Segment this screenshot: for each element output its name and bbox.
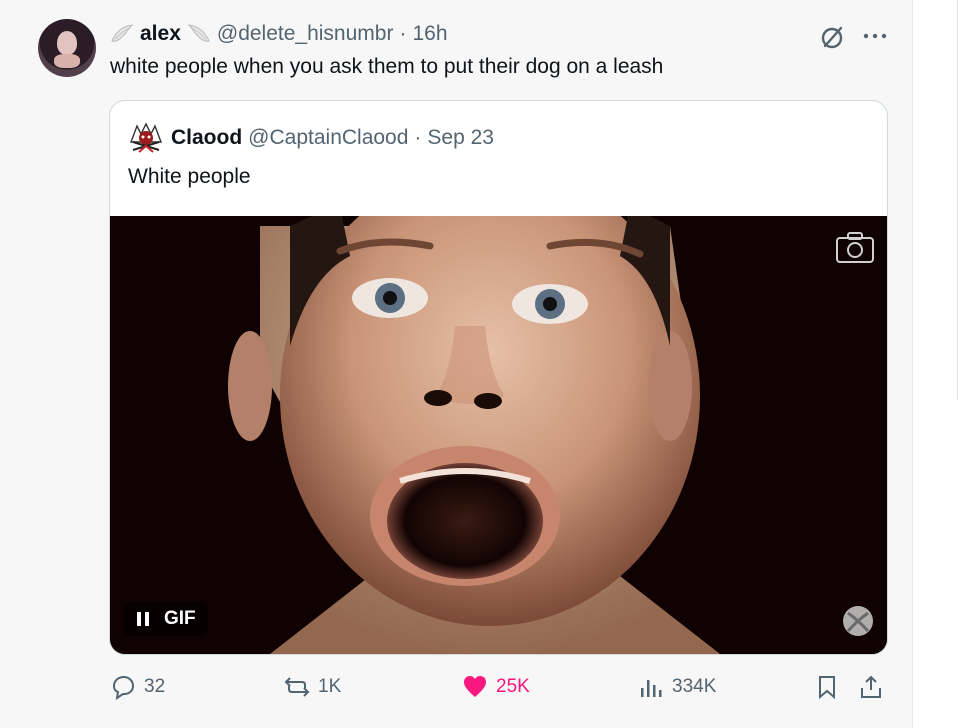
grok-icon[interactable] [818, 24, 846, 52]
gif-control[interactable]: GIF [124, 602, 208, 636]
quote-date[interactable]: Sep 23 [427, 126, 494, 150]
action-bar: 32 1K 25K 334K [12, 670, 910, 706]
post-time[interactable]: 16h [412, 22, 447, 46]
separator-dot: · [399, 22, 407, 45]
tweet-text: white people when you ask them to put th… [110, 55, 664, 78]
quote-header: Claood @CaptainClaood · Sep 23 [127, 120, 494, 156]
xbox-icon [843, 606, 873, 636]
quote-separator-dot: · [414, 126, 422, 149]
share-icon [861, 675, 881, 698]
gif-label: GIF [164, 608, 196, 629]
like-button[interactable]: 25K [462, 674, 530, 700]
views-icon [641, 680, 662, 697]
bookmark-button[interactable] [814, 674, 840, 700]
wing-icon [187, 24, 210, 42]
quote-author-name[interactable]: Claood [171, 126, 242, 150]
bookmark-icon [819, 676, 835, 700]
view-count: 334K [672, 676, 717, 697]
gif-media[interactable]: GIF [110, 216, 887, 654]
reply-icon [112, 675, 135, 700]
quote-text: White people [128, 165, 251, 188]
like-count: 25K [496, 676, 530, 697]
heart-icon [464, 676, 486, 697]
repost-icon [284, 677, 310, 697]
tweet[interactable]: alex @delete_hisnumbr · 16h white people… [12, 0, 910, 724]
pause-icon[interactable] [136, 611, 150, 627]
avatar-hand [54, 54, 80, 68]
camera-icon[interactable] [835, 231, 875, 265]
quoted-tweet[interactable]: Claood @CaptainClaood · Sep 23 White peo… [109, 100, 888, 655]
more-icon[interactable] [862, 26, 888, 46]
author-handle[interactable]: @delete_hisnumbr [217, 22, 394, 46]
reply-count: 32 [144, 676, 166, 697]
avatar[interactable] [38, 19, 96, 77]
gif-image [110, 216, 887, 654]
author-name[interactable]: alex [140, 22, 181, 46]
wing-icon [111, 24, 134, 42]
repost-count: 1K [318, 676, 342, 697]
share-button[interactable] [858, 674, 884, 700]
right-sidebar [912, 0, 958, 728]
quote-avatar[interactable] [127, 120, 165, 156]
avatar-face [57, 31, 77, 55]
tweet-header: alex @delete_hisnumbr · 16h [110, 20, 448, 48]
views-button[interactable]: 334K [638, 674, 716, 700]
quote-author-handle[interactable]: @CaptainClaood [248, 126, 408, 150]
reply-button[interactable]: 32 [110, 674, 165, 700]
repost-button[interactable]: 1K [284, 674, 341, 700]
